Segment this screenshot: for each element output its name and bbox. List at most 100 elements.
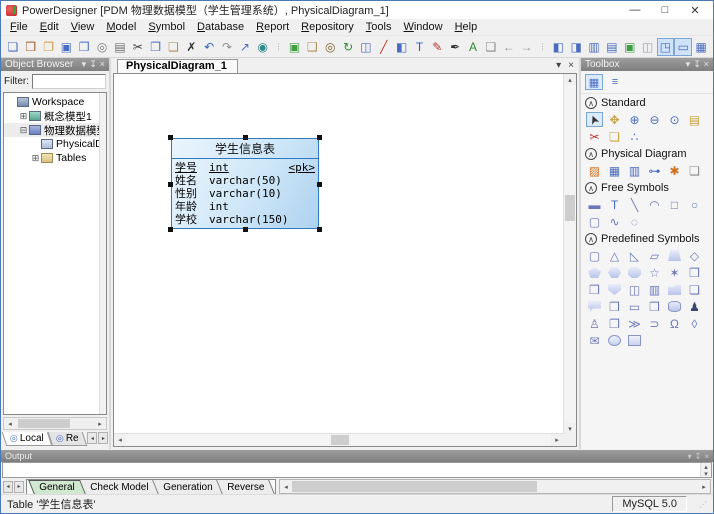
menu-report[interactable]: Report [250,20,295,34]
browser-horizontal-scrollbar[interactable]: ◂ ▸ [3,417,107,430]
panel-close-icon[interactable]: × [704,59,709,70]
check-model-button[interactable]: ▣ [286,38,304,56]
star-shape-button[interactable]: ☆ [646,265,663,280]
oval-label-shape-button[interactable] [606,333,623,348]
box3d2-shape-button[interactable]: ❒ [646,299,663,314]
panel-menu-icon[interactable]: ▾ [82,59,87,70]
window-free-button[interactable]: ◫ [639,38,657,56]
papers-shape-button[interactable]: ❐ [606,316,623,331]
pin-icon[interactable]: ↧ [695,452,702,461]
vscroll-thumb[interactable] [565,195,575,221]
open-button[interactable]: ❐ [40,38,58,56]
maximize-button[interactable]: □ [652,4,678,17]
polyline-symbol-button[interactable]: ∿ [606,214,623,229]
global-view-button[interactable]: ⊙ [666,112,683,127]
pin-icon[interactable]: ↧ [89,59,97,70]
edit-page-button[interactable]: ❏ [482,38,500,56]
table-column-row[interactable]: 年龄int [175,200,315,213]
person-shape-button[interactable]: ♙ [586,316,603,331]
diamond-shape-button[interactable]: ◇ [686,248,703,263]
resize-handle-e[interactable] [317,182,322,187]
cut-button[interactable]: ✂ [129,38,147,56]
menu-help[interactable]: Help [449,20,484,34]
rounded-rect-shape-button[interactable]: ▢ [586,248,603,263]
box3d-shape-button[interactable]: ❒ [606,299,623,314]
print-preview-button[interactable]: ◎ [93,38,111,56]
rectangle-symbol-button[interactable]: □ [666,197,683,212]
text-symbol-button[interactable]: T [606,197,623,212]
parallelogram-shape-button[interactable]: ▱ [646,248,663,263]
tab-physicaldiagram-1[interactable]: PhysicalDiagram_1 [117,59,238,73]
open-workspace-button[interactable]: ❒ [22,38,40,56]
tabs-scroll-right-icon[interactable]: ▸ [14,481,24,493]
table-column-row[interactable]: 姓名varchar(50) [175,174,315,187]
resize-handle-s[interactable] [243,227,248,232]
find-objects-button[interactable]: ◎ [321,38,339,56]
link-tool-button[interactable]: ∴ [626,129,643,144]
resize-handle-w[interactable] [168,182,173,187]
arch-shape-button[interactable]: Ω [666,316,683,331]
back-button[interactable]: ← [500,38,518,56]
octagon-shape-button[interactable] [626,265,643,280]
browser-tabs-left-icon[interactable]: ◂ [87,432,97,444]
redo-button[interactable]: ↷ [218,38,236,56]
window-result-list-button[interactable]: ▥ [585,38,603,56]
trapezoid-shape-button[interactable] [666,248,683,263]
text-frame-button[interactable]: T [411,38,429,56]
shortcut-button[interactable]: ↗ [236,38,254,56]
table-title[interactable]: 学生信息表 [172,139,318,159]
paste-button[interactable]: ❑ [165,38,183,56]
pointer-button[interactable]: ➤ [586,112,603,127]
document-shape-button[interactable]: ❏ [686,282,703,297]
menu-model[interactable]: Model [100,20,142,34]
envelope-shape-button[interactable]: ✉ [586,333,603,348]
cube2-shape-button[interactable]: ❒ [586,282,603,297]
resize-handle-ne[interactable] [317,135,322,140]
horseshoe-shape-button[interactable]: ⊃ [646,316,663,331]
star6-shape-button[interactable]: ✶ [666,265,683,280]
output-scroll-thumb[interactable] [292,481,537,492]
table-symbol[interactable]: 学生信息表 学号int<pk>姓名varchar(50)性别varchar(10… [171,138,319,229]
forward-button[interactable]: → [518,38,536,56]
canvas-vertical-scrollbar[interactable]: ▴ ▾ [563,74,576,434]
hexagon-shape-button[interactable] [606,265,623,280]
collapse-section-icon[interactable]: ∧ [585,148,597,160]
collapse-section-icon[interactable]: ∧ [585,97,597,109]
delete-tool-button[interactable]: ✂ [586,129,603,144]
table-column-row[interactable]: 学号int<pk> [175,161,315,174]
pentagon-shape-button[interactable] [586,265,603,280]
resize-handle-n[interactable] [243,135,248,140]
chevron-shape-button[interactable]: ≫ [626,316,643,331]
scroll-thumb[interactable] [18,419,70,428]
scroll-left-icon[interactable]: ◂ [4,418,16,429]
delete-button[interactable]: ✗ [182,38,200,56]
window-zoom-button[interactable]: ◳ [657,38,675,56]
title-symbol-button[interactable]: ▬ [586,197,603,212]
tabs-scroll-left-icon[interactable]: ◂ [3,481,13,493]
cylinder-shape-button[interactable] [666,299,683,314]
brush-button[interactable]: ✎ [428,38,446,56]
scroll-right-icon[interactable]: ▸ [94,418,106,429]
resize-handle-se[interactable] [317,227,322,232]
window-palette-button[interactable]: ▦ [692,38,710,56]
canvas-horizontal-scrollbar[interactable]: ◂ ▸ [114,433,563,446]
toolbox-list-view-button[interactable]: ≡ [606,74,624,90]
font-color-button[interactable]: A [464,38,482,56]
line-symbol-button[interactable]: ╲ [626,197,643,212]
table-column-row[interactable]: 学校varchar(150) [175,213,315,226]
menu-repository[interactable]: Repository [295,20,360,34]
scroll-left-icon[interactable]: ◂ [114,434,126,446]
tree-expander-icon[interactable]: ⊞ [18,111,29,122]
table-column-row[interactable]: 性别varchar(10) [175,187,315,200]
scroll-up-icon[interactable]: ▴ [564,74,576,85]
save-button[interactable]: ▣ [58,38,76,56]
scroll-down-icon[interactable]: ▾ [564,423,576,434]
browser-tab-local[interactable]: ◎Local [2,432,52,446]
right-triangle-shape-button[interactable]: ◺ [626,248,643,263]
columns-window-shape-button[interactable]: ▥ [646,282,663,297]
shield-shape-button[interactable] [606,282,623,297]
table-tool-button[interactable]: ▦ [606,163,623,178]
split-window-shape-button[interactable]: ◫ [626,282,643,297]
window-overview-button[interactable]: ▣ [621,38,639,56]
panel-menu-icon[interactable]: ▾ [688,452,692,461]
